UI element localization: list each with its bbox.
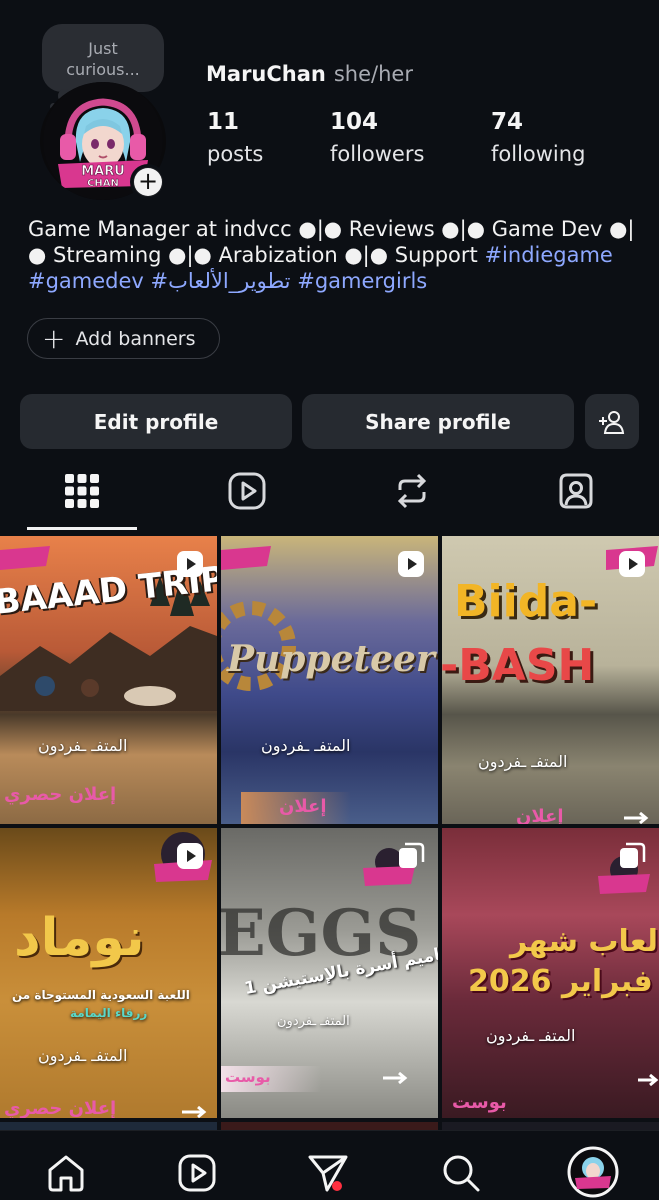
- post-badge: إعلان: [279, 796, 327, 817]
- posts-count: 11: [207, 109, 240, 135]
- grid-icon: [65, 474, 99, 508]
- nav-home[interactable]: [44, 1151, 88, 1195]
- followers-count: 104: [330, 109, 379, 135]
- nav-search[interactable]: [439, 1151, 483, 1195]
- note-text: Just curious...: [66, 39, 140, 79]
- post-tile[interactable]: BAAAD TRIP! المتفـ ـفردون إعلان حصري: [0, 536, 217, 824]
- arrow-icon: [182, 1106, 207, 1118]
- edit-profile-label: Edit profile: [93, 409, 219, 434]
- post-tile-partial[interactable]: [221, 1122, 438, 1130]
- pronouns: she/her: [333, 62, 413, 86]
- tab-reels[interactable]: [219, 466, 275, 516]
- post-title: فبراير 2026: [468, 964, 653, 999]
- post-tile[interactable]: ألعاب شهر فبراير 2026 المتفـ ـفردون بوست: [442, 828, 659, 1118]
- post-tile[interactable]: EGGS تصاميم أسرة بالإستيشن 1 المتفـ ـفرد…: [221, 828, 438, 1118]
- add-story-button[interactable]: +: [130, 164, 166, 200]
- search-icon: [443, 1155, 480, 1192]
- stat-posts[interactable]: 11 posts: [207, 108, 263, 172]
- post-title: ألعاب شهر: [510, 924, 659, 959]
- post-badge: إعلان: [516, 806, 564, 824]
- add-banners-label: Add banners: [75, 327, 196, 350]
- post-credit: المتفـ ـفردون: [38, 736, 128, 755]
- post-credit: المتفـ ـفردون: [486, 1026, 576, 1045]
- arrow-icon: [638, 1074, 659, 1086]
- maru-logo-icon: [221, 546, 271, 570]
- stat-following[interactable]: 74 following: [491, 108, 585, 172]
- svg-text:MARU: MARU: [81, 164, 125, 179]
- post-credit: المتفـ ـفردون: [277, 1014, 350, 1029]
- post-badge: إعلان حصري: [4, 1098, 117, 1118]
- tagged-icon: [559, 473, 593, 509]
- home-icon: [48, 1155, 84, 1192]
- reel-indicator-icon: [619, 551, 645, 577]
- bottom-nav: [0, 1130, 659, 1200]
- svg-text:CHAN: CHAN: [87, 178, 119, 189]
- nav-messages[interactable]: [306, 1151, 350, 1195]
- following-label: following: [491, 142, 586, 166]
- plus-icon: +: [134, 168, 162, 196]
- hashtag-link[interactable]: #gamedev: [28, 269, 144, 293]
- carousel-indicator-icon: [399, 842, 425, 868]
- username-row: MaruChan she/her: [206, 62, 413, 86]
- username: MaruChan: [206, 62, 326, 86]
- post-title: -BASH: [442, 640, 595, 691]
- arrow-icon: [624, 812, 649, 824]
- post-badge: إعلان حصري: [4, 784, 117, 805]
- nav-reels[interactable]: [175, 1151, 219, 1195]
- reposts-icon: [397, 473, 427, 509]
- post-credit: المتفـ ـفردون: [261, 736, 351, 755]
- reel-indicator-icon: [398, 551, 424, 577]
- post-subtitle: زرقاء اليمامة: [70, 1006, 148, 1020]
- plus-icon: +: [42, 321, 66, 355]
- nav-profile[interactable]: [566, 1145, 620, 1199]
- reels-icon: [228, 472, 266, 510]
- followers-label: followers: [330, 142, 425, 166]
- messages-icon: [308, 1155, 348, 1192]
- profile-avatar: [567, 1146, 619, 1198]
- tab-tagged[interactable]: [548, 466, 604, 516]
- add-person-icon: [599, 410, 625, 434]
- add-banners-button[interactable]: + Add banners: [27, 318, 220, 359]
- share-profile-button[interactable]: Share profile: [302, 394, 574, 449]
- reel-indicator-icon: [177, 843, 203, 869]
- discover-people-button[interactable]: [585, 394, 639, 449]
- post-tile[interactable]: Biida- -BASH المتفـ ـفردون إعلان: [442, 536, 659, 824]
- tab-reposts[interactable]: [384, 466, 440, 516]
- post-tile[interactable]: Puppeteer المتفـ ـفردون إعلان: [221, 536, 438, 824]
- post-badge: بوست: [452, 1092, 507, 1113]
- post-subtitle: اللعبة السعودية المستوحاة من: [12, 988, 190, 1002]
- reel-indicator-icon: [177, 551, 203, 577]
- hashtag-link[interactable]: #gamergirls: [297, 269, 427, 293]
- post-tile-partial[interactable]: [442, 1122, 659, 1130]
- post-tile-partial[interactable]: [0, 1122, 217, 1130]
- following-count: 74: [491, 109, 524, 135]
- arrow-icon: [383, 1072, 408, 1084]
- carousel-indicator-icon: [620, 842, 646, 868]
- stat-followers[interactable]: 104 followers: [330, 108, 424, 172]
- post-badge: بوست: [225, 1068, 271, 1086]
- tab-posts-grid[interactable]: [54, 466, 110, 516]
- reels-icon: [178, 1154, 216, 1192]
- maru-logo-icon: [0, 546, 50, 570]
- post-title: Puppeteer: [227, 638, 435, 680]
- post-title: Biida-: [454, 576, 598, 627]
- post-credit: المتفـ ـفردون: [38, 1046, 128, 1065]
- post-tile[interactable]: نوماد اللعبة السعودية المستوحاة من زرقاء…: [0, 828, 217, 1118]
- post-credit: المتفـ ـفردون: [478, 752, 568, 771]
- edit-profile-button[interactable]: Edit profile: [20, 394, 292, 449]
- bio: Game Manager at indvcc ●|● Reviews ●|● G…: [28, 216, 638, 294]
- posts-label: posts: [207, 142, 264, 166]
- active-tab-indicator: [27, 527, 137, 530]
- share-profile-label: Share profile: [365, 409, 511, 434]
- post-title: نوماد: [14, 908, 145, 968]
- hashtag-link[interactable]: #تطوير_الألعاب: [151, 269, 291, 293]
- hashtag-link[interactable]: #indiegame: [484, 243, 612, 267]
